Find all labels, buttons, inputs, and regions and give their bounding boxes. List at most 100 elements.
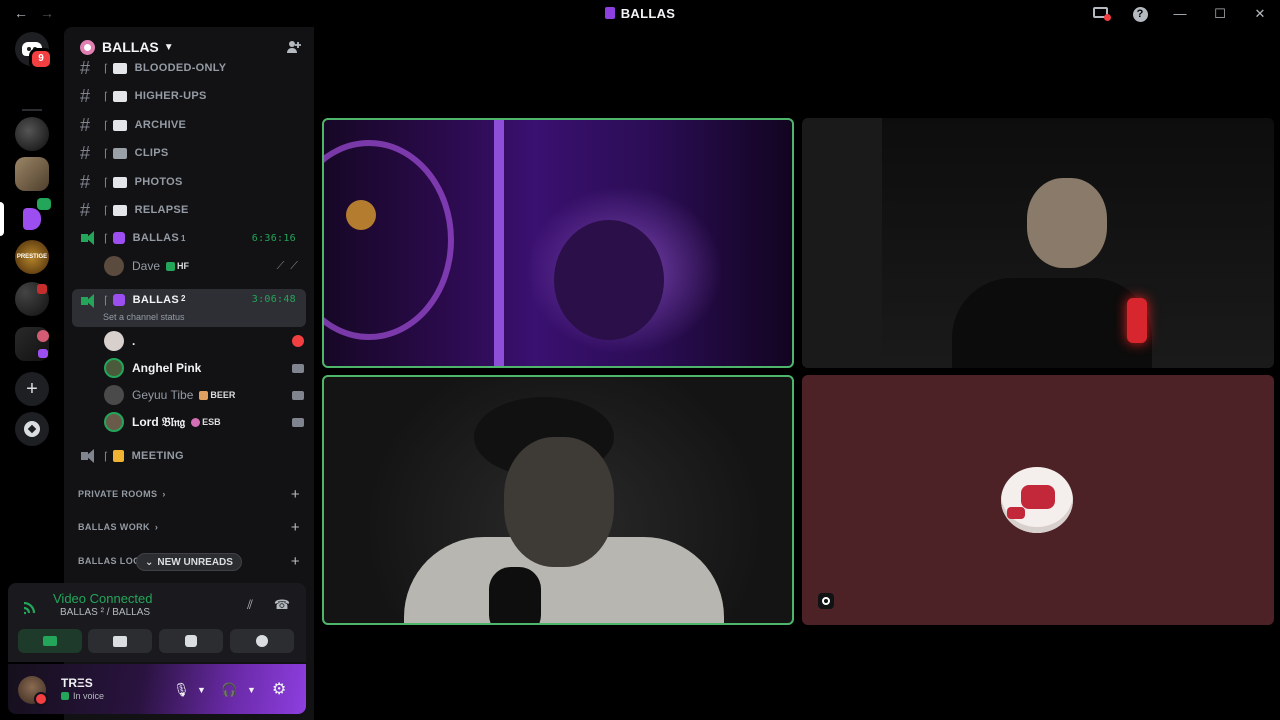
headphones-icon[interactable]: 🎧 <box>221 682 237 698</box>
user-name: Dave <box>132 259 161 273</box>
explore-servers-button[interactable] <box>15 412 49 446</box>
hash-icon: # <box>80 57 91 78</box>
chevron-down-icon[interactable]: ▼ <box>247 685 256 695</box>
create-channel-icon[interactable]: + <box>291 553 300 570</box>
hash-icon: # <box>80 142 91 163</box>
channel-label: RELAPSE <box>134 204 189 216</box>
channel-label: BLOODED-ONLY <box>134 62 227 74</box>
server-icon-prestige[interactable]: PRESTIGE <box>15 240 49 274</box>
user-tag: ESB <box>191 417 221 427</box>
camera-button[interactable] <box>18 629 82 653</box>
video-camera-icon <box>292 417 304 427</box>
avatar[interactable] <box>18 676 48 706</box>
create-channel-icon[interactable]: + <box>291 486 300 503</box>
voice-channel-meeting[interactable]: ⌈ MEETING <box>72 443 306 469</box>
voice-user-anghel-pink[interactable]: Anghel Pink <box>104 356 304 380</box>
server-icon-2[interactable] <box>15 157 49 191</box>
channel-clips[interactable]: # ⌈ CLIPS <box>72 140 306 166</box>
speech-bubble-icon <box>112 119 127 131</box>
create-channel-icon[interactable]: + <box>291 519 300 536</box>
maximize-icon[interactable]: ☐ <box>1200 6 1240 22</box>
voice-channel-ballas-2[interactable]: ⌈ BALLAS 2 3:06:48 Set a channel status <box>72 289 306 327</box>
server-icon-1[interactable] <box>15 117 49 151</box>
chevron-right-icon: › <box>154 522 159 532</box>
user-panel-name[interactable]: TRΞS <box>61 676 93 690</box>
close-icon[interactable]: ✕ <box>1240 6 1280 22</box>
activities-icon <box>185 635 197 647</box>
compass-icon <box>24 421 40 437</box>
streaming-icon <box>292 335 304 347</box>
voice-status-title[interactable]: Video Connected <box>53 591 153 606</box>
help-icon[interactable]: ? <box>1120 5 1160 22</box>
microphone-icon[interactable]: 🎙 <box>173 682 190 698</box>
category-ballas-work[interactable]: BALLAS WORK › + <box>78 517 306 537</box>
activities-button[interactable] <box>159 629 223 653</box>
video-feed-content <box>1127 298 1147 343</box>
add-server-button[interactable]: + <box>15 372 49 406</box>
user-name: Lord 𝔅𝔩𝔫𝔤 <box>132 414 186 429</box>
server-folder[interactable] <box>15 327 49 361</box>
video-tile-4-avatar-only[interactable] <box>802 375 1274 625</box>
new-unreads-label: NEW UNREADS <box>157 556 233 568</box>
video-feed-content <box>802 118 882 368</box>
video-camera-icon <box>292 390 304 400</box>
video-tile-1[interactable] <box>322 118 794 368</box>
voice-user-geyuu-tibe[interactable]: Geyuu Tibe BEER <box>104 383 304 407</box>
window-controls: ? — ☐ ✕ <box>1080 0 1280 27</box>
voice-channel-path[interactable]: BALLAS ² / BALLAS <box>60 607 150 618</box>
soundboard-button[interactable] <box>230 629 294 653</box>
screen-share-button[interactable] <box>88 629 152 653</box>
server-icon-ballas[interactable] <box>15 198 51 236</box>
user-panel-status: In voice <box>61 691 104 701</box>
voice-user-dave[interactable]: Dave HF ⟋⟋ <box>104 254 304 278</box>
server-icon-5[interactable] <box>15 282 49 316</box>
new-unreads-button[interactable]: ⌄ NEW UNREADS <box>136 553 242 571</box>
chevron-right-icon: › <box>162 489 166 499</box>
channel-label: MEETING <box>131 450 184 462</box>
category-private-rooms[interactable]: PRIVATE ROOMS › + <box>78 484 306 504</box>
channel-blooded-only[interactable]: # ⌈ BLOODED-ONLY <box>72 55 306 81</box>
video-feed-content <box>324 140 454 340</box>
speaker-icon <box>80 231 98 245</box>
stream-signal-icon[interactable] <box>818 593 834 609</box>
video-tile-2[interactable] <box>802 118 1274 368</box>
disconnect-icon[interactable]: ☎ <box>272 597 292 613</box>
noise-suppression-icon[interactable]: ⫽ <box>240 597 260 613</box>
channel-photos[interactable]: # ⌈ PHOTOS <box>72 169 306 195</box>
video-camera-icon <box>112 147 127 159</box>
user-panel-status-text: In voice <box>73 691 105 701</box>
minimize-icon[interactable]: — <box>1160 6 1200 21</box>
lock-icon <box>112 450 124 462</box>
speech-bubble-icon <box>112 90 127 102</box>
hash-icon: # <box>80 171 91 192</box>
ballas-emoji-icon <box>112 232 125 244</box>
speech-bubble-icon <box>112 62 127 74</box>
avatar <box>104 331 124 351</box>
video-feed-content <box>494 120 504 366</box>
soundboard-icon <box>256 635 268 647</box>
muted-deafened-icon: ⟋⟋ <box>276 259 304 272</box>
camera-icon <box>43 636 57 646</box>
set-channel-status[interactable]: Set a channel status <box>103 312 185 322</box>
voice-channel-ballas-1[interactable]: ⌈ BALLAS 1 6:36:16 <box>72 225 306 251</box>
home-button[interactable]: 9 <box>15 32 53 70</box>
channel-archive[interactable]: # ⌈ ARCHIVE <box>72 112 306 138</box>
avatar <box>104 412 124 432</box>
video-feed-person <box>952 278 1152 368</box>
hash-icon: # <box>80 85 91 106</box>
voice-user-dot[interactable]: . <box>104 329 304 353</box>
settings-gear-icon[interactable]: ⚙ <box>272 679 286 699</box>
user-tag: BEER <box>199 390 235 400</box>
avatar <box>104 256 124 276</box>
voice-user-lord-bing[interactable]: Lord 𝔅𝔩𝔫𝔤 ESB <box>104 410 304 434</box>
video-tile-3[interactable] <box>322 375 794 625</box>
signal-strength-icon[interactable] <box>22 599 40 615</box>
channel-higher-ups[interactable]: # ⌈ HIGHER-UPS <box>72 83 306 109</box>
channel-label: CLIPS <box>134 147 169 159</box>
screen-share-icon[interactable] <box>1080 6 1120 21</box>
chevron-down-icon[interactable]: ▼ <box>197 685 206 695</box>
channel-relapse[interactable]: # ⌈ RELAPSE <box>72 197 306 223</box>
invite-people-icon[interactable] <box>286 39 302 55</box>
channel-label: PHOTOS <box>134 176 183 188</box>
user-name: . <box>132 334 136 348</box>
